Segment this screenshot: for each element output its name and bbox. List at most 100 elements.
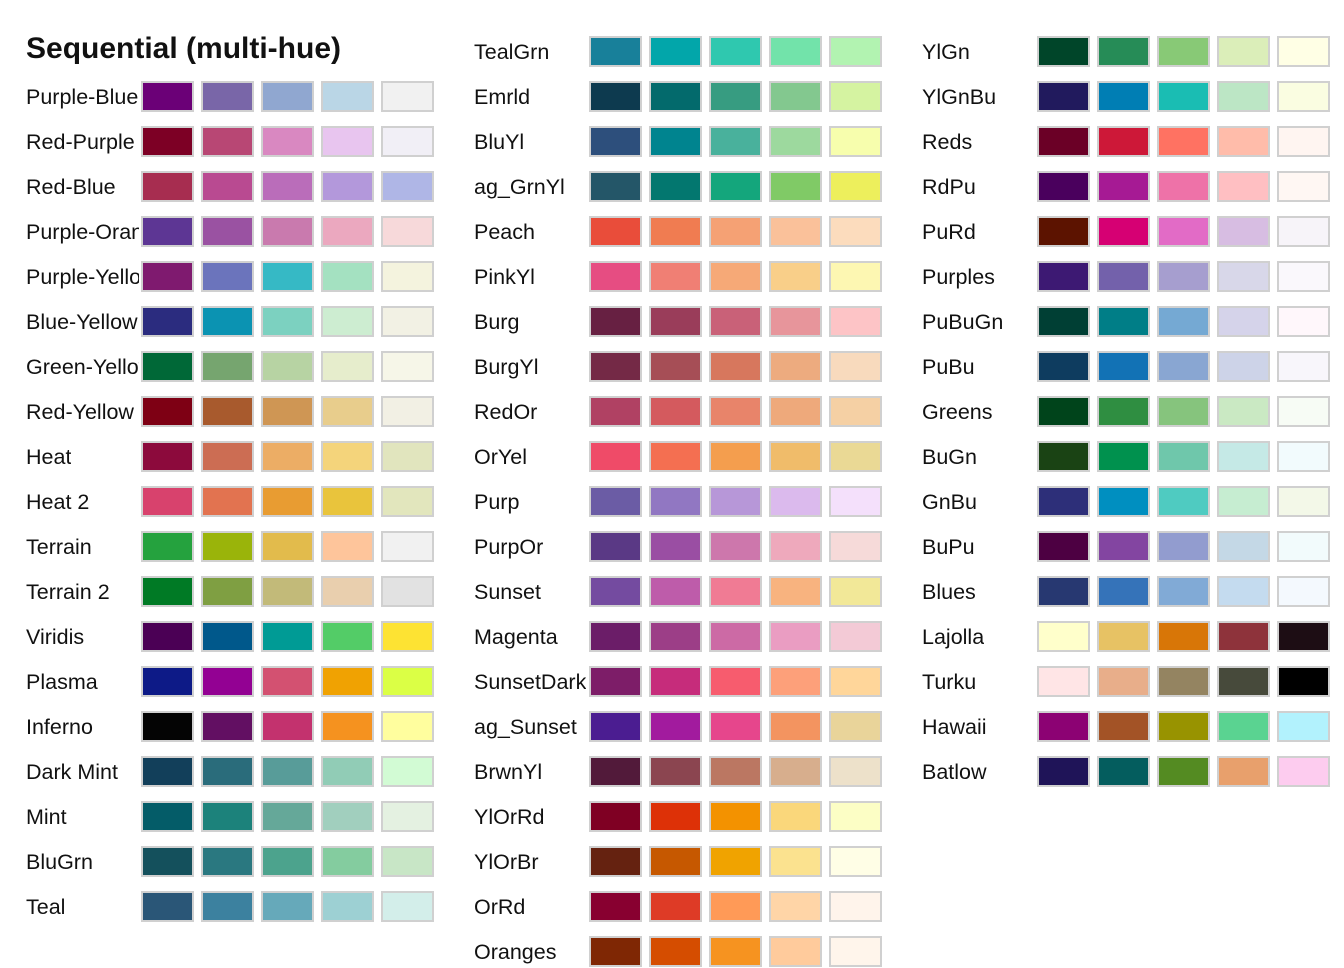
- color-swatch: [261, 576, 314, 607]
- color-swatch: [201, 216, 254, 247]
- palette-name-clip: Red-Yellow: [26, 398, 139, 428]
- color-swatch: [709, 351, 762, 382]
- color-swatch: [1097, 126, 1150, 157]
- color-swatch: [829, 756, 882, 787]
- palette-name: Purp: [474, 490, 520, 514]
- color-swatch: [829, 846, 882, 877]
- palette-name: BrwnYl: [474, 760, 543, 784]
- color-swatch: [381, 351, 434, 382]
- color-swatch: [1037, 576, 1090, 607]
- palette-name: RdPu: [922, 175, 976, 199]
- color-swatch: [829, 171, 882, 202]
- palette-name: Red-Purple: [26, 130, 135, 154]
- color-swatch: [381, 396, 434, 427]
- color-swatch: [649, 306, 702, 337]
- color-swatch: [141, 846, 194, 877]
- color-swatch: [141, 171, 194, 202]
- palette-name: ag_Sunset: [474, 715, 577, 739]
- palette-name-clip: Mint: [26, 803, 139, 833]
- color-swatch: [321, 261, 374, 292]
- palette-name-clip: ag_Sunset: [474, 713, 592, 743]
- color-swatch: [1097, 261, 1150, 292]
- palette-name-clip: Heat: [26, 443, 139, 473]
- palette-name-clip: Purple-Orange: [26, 218, 139, 248]
- color-swatch: [649, 936, 702, 967]
- color-swatch: [141, 891, 194, 922]
- palette-name-clip: Terrain: [26, 533, 139, 563]
- color-swatch: [1157, 666, 1210, 697]
- color-swatch: [709, 261, 762, 292]
- color-swatch: [201, 81, 254, 112]
- color-swatch: [649, 666, 702, 697]
- color-swatch: [829, 396, 882, 427]
- color-swatch: [261, 216, 314, 247]
- palette-name: SunsetDark: [474, 670, 587, 694]
- color-swatch: [1037, 171, 1090, 202]
- palette-name-clip: GnBu: [922, 488, 1035, 518]
- color-swatch: [829, 486, 882, 517]
- color-swatch: [769, 396, 822, 427]
- palette-name-clip: Inferno: [26, 713, 139, 743]
- palette-name-clip: Lajolla: [922, 623, 1035, 653]
- color-swatch: [381, 801, 434, 832]
- palette-name: OrYel: [474, 445, 527, 469]
- palette-name-clip: YlGnBu: [922, 83, 1035, 113]
- color-swatch: [141, 306, 194, 337]
- color-swatch: [1217, 396, 1270, 427]
- color-swatch: [1037, 261, 1090, 292]
- palette-name-clip: Magenta: [474, 623, 592, 653]
- palette-name: Terrain: [26, 535, 92, 559]
- palette-name: TealGrn: [474, 40, 550, 64]
- palette-name: BluYl: [474, 130, 525, 154]
- color-swatch: [1037, 306, 1090, 337]
- color-swatch: [381, 756, 434, 787]
- color-swatch: [1157, 441, 1210, 472]
- color-swatch: [381, 306, 434, 337]
- palette-name: BurgYl: [474, 355, 539, 379]
- color-swatch: [769, 171, 822, 202]
- color-swatch: [1157, 486, 1210, 517]
- palette-name: Greens: [922, 400, 993, 424]
- color-swatch: [321, 891, 374, 922]
- color-swatch: [589, 576, 642, 607]
- palette-name-clip: PuBuGn: [922, 308, 1035, 338]
- color-swatch: [709, 891, 762, 922]
- color-swatch: [1097, 531, 1150, 562]
- color-swatch: [589, 441, 642, 472]
- palette-name: Blue-Yellow: [26, 310, 138, 334]
- color-swatch: [829, 711, 882, 742]
- color-swatch: [201, 261, 254, 292]
- color-swatch: [381, 531, 434, 562]
- color-swatch: [1277, 261, 1330, 292]
- color-swatch: [1037, 396, 1090, 427]
- color-swatch: [1157, 306, 1210, 337]
- color-swatch: [1277, 666, 1330, 697]
- color-swatch: [201, 801, 254, 832]
- color-swatch: [829, 936, 882, 967]
- color-swatch: [769, 81, 822, 112]
- color-swatch: [321, 576, 374, 607]
- color-swatch: [1037, 621, 1090, 652]
- color-swatch: [201, 351, 254, 382]
- palette-name-clip: BuGn: [922, 443, 1035, 473]
- color-swatch: [381, 891, 434, 922]
- color-swatch: [261, 891, 314, 922]
- color-swatch: [709, 441, 762, 472]
- palette-name: Turku: [922, 670, 977, 694]
- color-swatch: [321, 441, 374, 472]
- color-swatch: [1217, 216, 1270, 247]
- color-swatch: [1037, 756, 1090, 787]
- color-swatch: [1217, 711, 1270, 742]
- color-swatch: [321, 351, 374, 382]
- color-swatch: [141, 711, 194, 742]
- palette-name: PuRd: [922, 220, 976, 244]
- color-swatch: [709, 756, 762, 787]
- color-swatch: [649, 171, 702, 202]
- color-swatch: [1097, 576, 1150, 607]
- palette-name-clip: Viridis: [26, 623, 139, 653]
- color-swatch: [589, 396, 642, 427]
- color-swatch: [769, 126, 822, 157]
- palette-name: Heat 2: [26, 490, 90, 514]
- color-swatch: [1217, 351, 1270, 382]
- color-swatch: [261, 306, 314, 337]
